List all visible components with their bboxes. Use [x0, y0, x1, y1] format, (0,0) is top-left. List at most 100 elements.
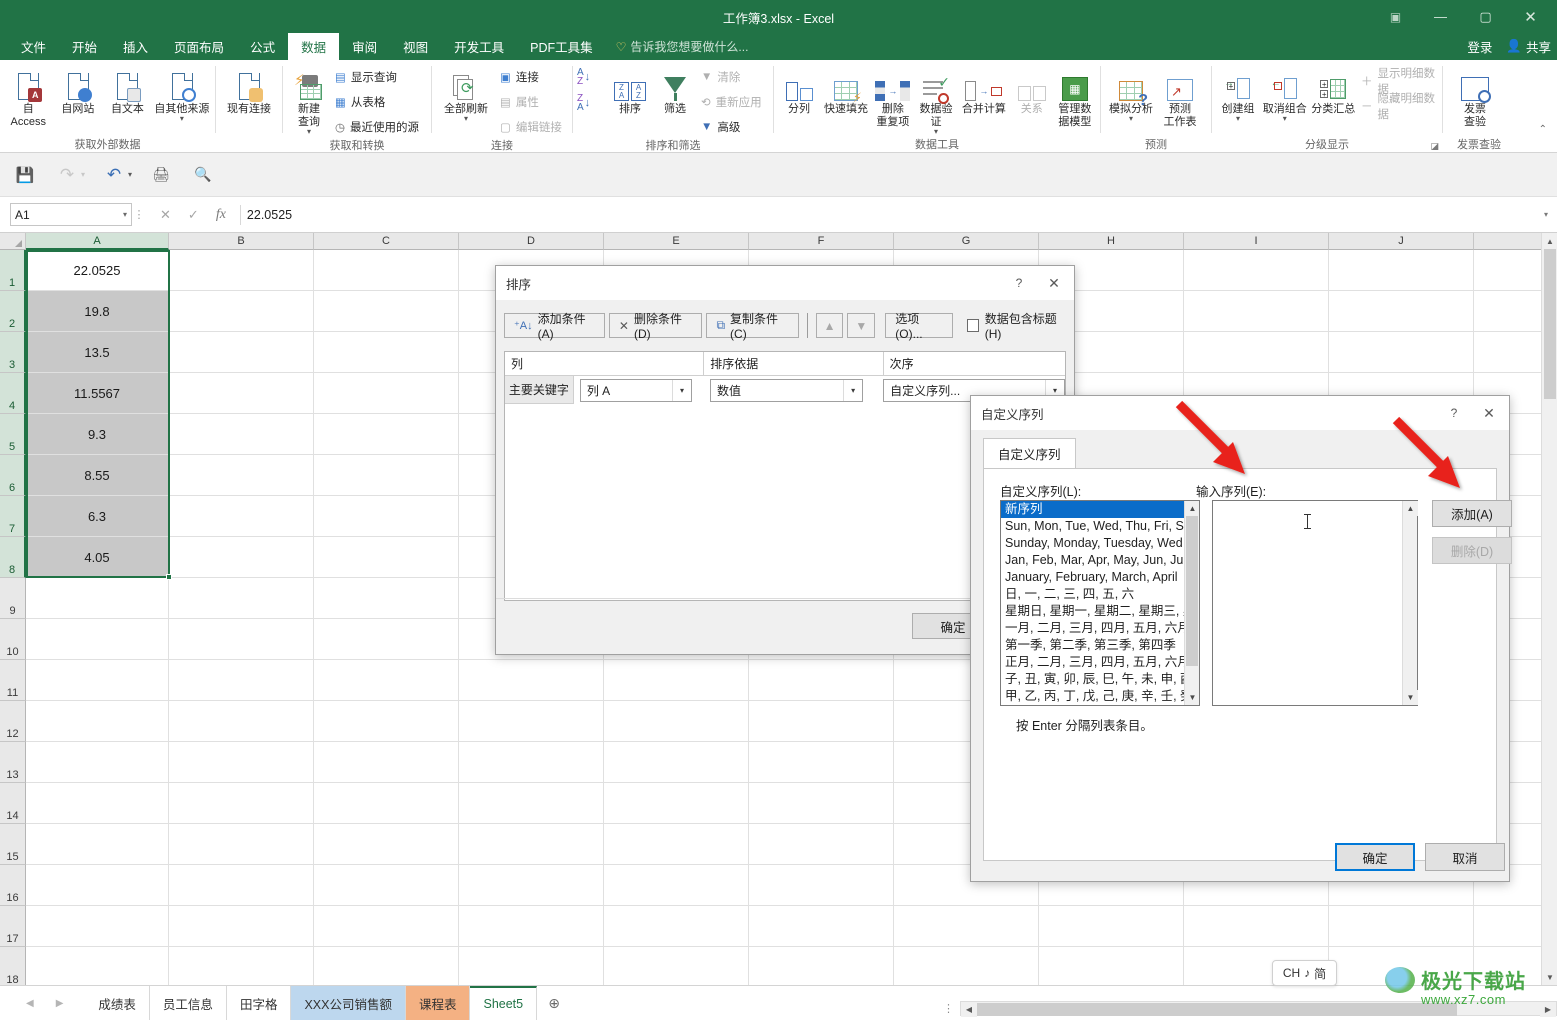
- cell[interactable]: [604, 742, 749, 783]
- cell[interactable]: [314, 865, 459, 906]
- tab-custom-list[interactable]: 自定义序列: [983, 438, 1076, 468]
- tab-home[interactable]: 开始: [59, 33, 110, 60]
- recent-sources-button[interactable]: ◷ 最近使用的源: [332, 116, 422, 138]
- save-icon[interactable]: 💾: [12, 162, 38, 188]
- custom-list-item[interactable]: 正月, 二月, 三月, 四月, 五月, 六月,: [1001, 654, 1184, 671]
- cell[interactable]: [314, 783, 459, 824]
- cell[interactable]: [1184, 906, 1329, 947]
- sheet-tab-tianzige[interactable]: 田字格: [227, 985, 292, 1020]
- cell[interactable]: [169, 742, 314, 783]
- cell[interactable]: [459, 701, 604, 742]
- show-queries-button[interactable]: ▤ 显示查询: [332, 66, 422, 88]
- sheet-tab-sheet5[interactable]: Sheet5: [470, 985, 538, 1020]
- refresh-all-button[interactable]: ⟳ 全部刷新 ▾: [436, 64, 496, 123]
- cell[interactable]: [604, 947, 749, 985]
- cell[interactable]: [314, 414, 459, 455]
- sheet-tab-chengjibiao[interactable]: 成绩表: [85, 985, 150, 1020]
- my-data-has-headers-row[interactable]: 数据包含标题(H): [966, 310, 1066, 341]
- cell[interactable]: [1184, 250, 1329, 291]
- cell[interactable]: [26, 701, 169, 742]
- tell-me-box[interactable]: ♡ 告诉我您想要做什么...: [606, 33, 749, 60]
- row-header[interactable]: 1: [0, 250, 26, 291]
- cell[interactable]: [894, 947, 1039, 985]
- cell[interactable]: [749, 660, 894, 701]
- cell[interactable]: 4.05: [26, 537, 169, 578]
- custom-lists-scrollbar[interactable]: ▲ ▼: [1184, 501, 1199, 705]
- chevron-down-icon[interactable]: ▾: [671, 379, 691, 401]
- cell[interactable]: [1329, 291, 1474, 332]
- cell[interactable]: [749, 701, 894, 742]
- help-icon[interactable]: ?: [1004, 276, 1034, 290]
- cell[interactable]: [314, 250, 459, 291]
- row-header[interactable]: 11: [0, 660, 26, 701]
- cell[interactable]: 11.5567: [26, 373, 169, 414]
- list-entries-box[interactable]: ▲ ▼: [1212, 500, 1418, 706]
- cell[interactable]: [314, 291, 459, 332]
- sort-button[interactable]: ZA AZ 排序: [608, 64, 652, 116]
- cell[interactable]: [1329, 906, 1474, 947]
- new-query-button[interactable]: ⚡ 新建 查询 ▾: [287, 64, 331, 136]
- row-header[interactable]: 12: [0, 701, 26, 742]
- cell[interactable]: 22.0525: [26, 250, 169, 291]
- custom-list-item[interactable]: 新序列: [1001, 501, 1184, 518]
- cell[interactable]: [604, 824, 749, 865]
- my-data-has-headers-checkbox[interactable]: [966, 319, 979, 332]
- list-entries-scrollbar[interactable]: ▲ ▼: [1402, 501, 1418, 705]
- tab-file[interactable]: 文件: [8, 33, 59, 60]
- ribbon-display-options-icon[interactable]: ▣: [1373, 0, 1418, 33]
- cell[interactable]: [459, 660, 604, 701]
- custom-list-item[interactable]: 子, 丑, 寅, 卯, 辰, 巳, 午, 未, 申, 酉: [1001, 671, 1184, 688]
- add-condition-button[interactable]: ⁺A↓ 添加条件(A): [504, 312, 605, 341]
- sheet-tab-yuangongxinxi[interactable]: 员工信息: [150, 985, 227, 1020]
- tab-review[interactable]: 审阅: [339, 33, 390, 60]
- data-validation-button[interactable]: ✓ 数据验 证 ▾: [915, 64, 957, 136]
- chevron-down-icon[interactable]: ▾: [843, 379, 862, 401]
- add-sheet-button[interactable]: ⊕: [537, 995, 571, 1012]
- custom-list-item[interactable]: 甲, 乙, 丙, 丁, 戊, 己, 庚, 辛, 壬, 癸: [1001, 688, 1184, 705]
- outline-dialog-launcher[interactable]: ◪: [1430, 141, 1439, 152]
- what-if-analysis-button[interactable]: ? 模拟分析 ▾: [1105, 64, 1157, 123]
- cell[interactable]: [169, 291, 314, 332]
- sheet-tab-xxx-sales[interactable]: XXX公司销售额: [291, 985, 406, 1020]
- cell[interactable]: [459, 783, 604, 824]
- column-header-f[interactable]: F: [749, 233, 894, 250]
- cancel-icon[interactable]: ✕: [160, 207, 171, 223]
- cell[interactable]: [314, 701, 459, 742]
- sort-az-icon[interactable]: A Z ↓: [577, 68, 607, 87]
- cell[interactable]: [169, 332, 314, 373]
- row-header[interactable]: 4: [0, 373, 26, 414]
- copy-condition-button[interactable]: ⧉ 复制条件(C): [706, 312, 799, 341]
- row-header[interactable]: 8: [0, 537, 26, 578]
- custom-lists-scroll-thumb[interactable]: [1186, 516, 1198, 666]
- cell[interactable]: [26, 578, 169, 619]
- custom-list-ok-button[interactable]: 确定: [1335, 843, 1415, 871]
- cell[interactable]: [1329, 332, 1474, 373]
- column-header-a[interactable]: A: [26, 233, 169, 250]
- share-button[interactable]: 👤 共享: [1506, 37, 1551, 56]
- cell[interactable]: [1039, 906, 1184, 947]
- cell[interactable]: [749, 906, 894, 947]
- from-access-button[interactable]: A 自 Access: [4, 64, 53, 129]
- print-preview-icon[interactable]: 🔍: [190, 162, 216, 188]
- row-header[interactable]: 15: [0, 824, 26, 865]
- name-box[interactable]: A1 ▾: [10, 203, 132, 226]
- from-web-button[interactable]: 自网站: [54, 64, 103, 116]
- fill-handle[interactable]: [166, 574, 172, 580]
- chevron-down-icon[interactable]: ▾: [934, 128, 938, 136]
- cell[interactable]: [26, 742, 169, 783]
- cell[interactable]: [604, 701, 749, 742]
- vertical-scroll-thumb[interactable]: [1544, 249, 1556, 399]
- chevron-down-icon[interactable]: ▾: [128, 170, 132, 178]
- from-text-button[interactable]: 自文本: [103, 64, 152, 116]
- cell[interactable]: [314, 742, 459, 783]
- consolidate-button[interactable]: → 合并计算: [958, 64, 1010, 116]
- column-header-c[interactable]: C: [314, 233, 459, 250]
- cell[interactable]: [169, 783, 314, 824]
- cell[interactable]: [459, 947, 604, 985]
- scroll-down-icon[interactable]: ▼: [1185, 690, 1199, 705]
- cell[interactable]: [749, 783, 894, 824]
- column-header-g[interactable]: G: [894, 233, 1039, 250]
- cell[interactable]: [604, 783, 749, 824]
- cell[interactable]: [1039, 947, 1184, 985]
- custom-list-item[interactable]: Jan, Feb, Mar, Apr, May, Jun, Ju: [1001, 552, 1184, 569]
